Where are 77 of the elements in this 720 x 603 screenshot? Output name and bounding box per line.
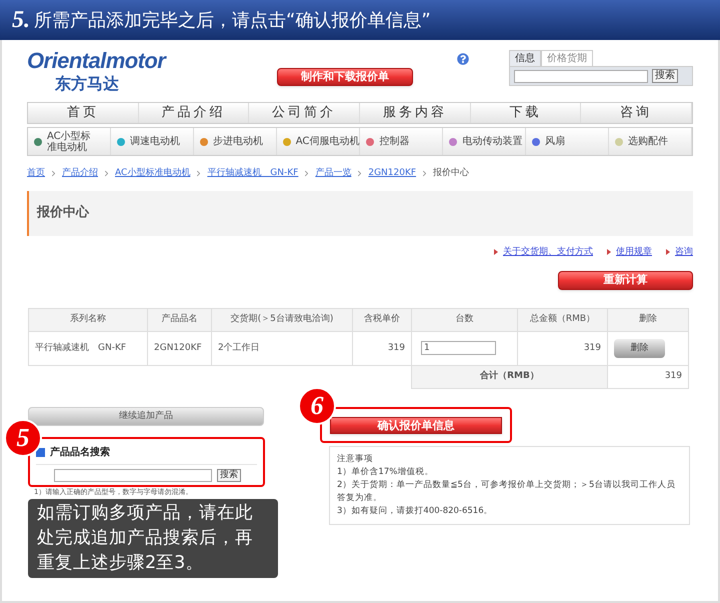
nav-tab[interactable]: 服务内容 (360, 103, 471, 123)
category-label: 步进电动机 (212, 136, 263, 147)
download-quote-button[interactable]: 制作和下载报价单 (277, 68, 413, 86)
category-link[interactable]: 风扇 (526, 128, 610, 155)
search-button[interactable]: 搜索 (217, 469, 241, 482)
nav-tab[interactable]: 首页 (28, 103, 139, 123)
panel-title: 产品品名搜索 (50, 446, 110, 460)
column-header: 交货期(＞5台请致电洽询) (212, 308, 352, 332)
quantity-field[interactable]: 1 (421, 341, 496, 356)
category-label: 电动传动装置 (462, 136, 522, 147)
category-label: AC伺服电动机 (296, 136, 360, 147)
category-label: AC小型标准电动机 (47, 130, 92, 152)
category-link[interactable]: AC伺服电动机 (276, 128, 360, 155)
tooltip: 如需订购多项产品，请在此处完成追加产品搜索后，再重复上述步骤2至3。 (28, 499, 278, 578)
chevron-icon (102, 169, 111, 178)
column-header: 台数 (412, 308, 518, 332)
product-search-field[interactable] (54, 469, 212, 482)
notes-title: 注意事项 (337, 453, 374, 466)
breadcrumb-link[interactable]: 平行轴减速机 GN-KF (207, 167, 298, 180)
nav-tab[interactable]: 下载 (470, 103, 582, 123)
nav-tab[interactable]: 公司简介 (249, 103, 360, 123)
triangle-icon (666, 249, 670, 256)
column-header: 产品品名 (148, 308, 212, 332)
search-tab[interactable]: 信息 (509, 50, 541, 66)
step-label: 5. (12, 6, 30, 35)
note-text: 2）关于货期：单一产品数量≦5台，可参考报价单上交货期；＞5台请以我司工作人员答复为准。 (337, 479, 676, 505)
triangle-icon (607, 249, 611, 256)
info-link[interactable]: 咨询 (675, 246, 693, 259)
category-link[interactable]: 电动传动装置 (443, 128, 526, 155)
banner-title: 所需产品添加完毕之后，请点击“确认报价单信息” (34, 8, 431, 32)
table-cell: 平行轴减速机 GN-KF (28, 332, 148, 366)
category-link[interactable]: 选购配件 (609, 128, 692, 155)
category-link[interactable]: 控制器 (360, 128, 444, 155)
logo[interactable]: Orientalmotor (27, 50, 166, 72)
breadcrumb-link[interactable]: AC小型标准电动机 (115, 167, 190, 180)
delete-button[interactable]: 删除 (614, 339, 665, 358)
category-label: 风扇 (545, 136, 566, 147)
step-number-badge: 5 (4, 419, 42, 457)
chevron-icon (49, 169, 58, 178)
breadcrumb-link[interactable]: 产品一览 (315, 167, 352, 180)
category-label: 控制器 (379, 136, 410, 147)
breadcrumb-link[interactable]: 首页 (27, 167, 45, 180)
step-number-badge: 6 (298, 387, 336, 425)
confirm-button[interactable]: 确认报价单信息 (330, 416, 502, 434)
help-icon[interactable] (457, 53, 469, 65)
table-cell: 2GN120KF (148, 332, 212, 366)
breadcrumb-current: 报价中心 (433, 167, 470, 180)
search-field[interactable] (514, 70, 648, 82)
search-button[interactable]: 搜索 (652, 69, 678, 83)
breadcrumb-link[interactable]: 2GN120KF (368, 167, 416, 180)
note-text: 3）如有疑问，请拨打400-820-6516。 (337, 505, 494, 518)
info-link[interactable]: 关于交货期、支付方式 (503, 246, 593, 259)
note-text: 1）单价含17%增值税。 (337, 466, 434, 479)
add-product-button[interactable]: 继续追加产品 (28, 407, 264, 426)
table-cell: 319 (352, 332, 412, 366)
nav-tab[interactable]: 咨询 (581, 103, 692, 123)
info-link[interactable]: 使用规章 (616, 246, 652, 259)
column-header: 总金额（RMB） (518, 308, 608, 332)
total-cell: 319 (608, 366, 688, 388)
category-link[interactable]: 调速电动机 (110, 128, 194, 155)
square-icon (36, 448, 45, 457)
column-header: 含税单价 (352, 308, 412, 332)
logo-subtitle: 东方马达 (55, 73, 119, 95)
page-title: 报价中心 (37, 204, 89, 222)
search-tab[interactable]: 价格货期 (541, 50, 593, 66)
breadcrumb-link[interactable]: 产品介绍 (62, 167, 98, 180)
total-label: 合计（RMB） (412, 366, 608, 388)
column-header: 删除 (608, 308, 688, 332)
table-cell: 2个工作日 (212, 332, 352, 366)
triangle-icon (494, 249, 498, 256)
recalculate-button[interactable]: 重新计算 (558, 271, 693, 290)
nav-tab[interactable]: 产品介绍 (138, 103, 250, 123)
category-label: 调速电动机 (130, 136, 180, 147)
category-link[interactable]: AC小型标准电动机 (28, 128, 111, 155)
category-label: 选购配件 (628, 136, 668, 147)
column-header: 系列名称 (28, 308, 148, 332)
category-link[interactable]: 步进电动机 (194, 128, 277, 155)
